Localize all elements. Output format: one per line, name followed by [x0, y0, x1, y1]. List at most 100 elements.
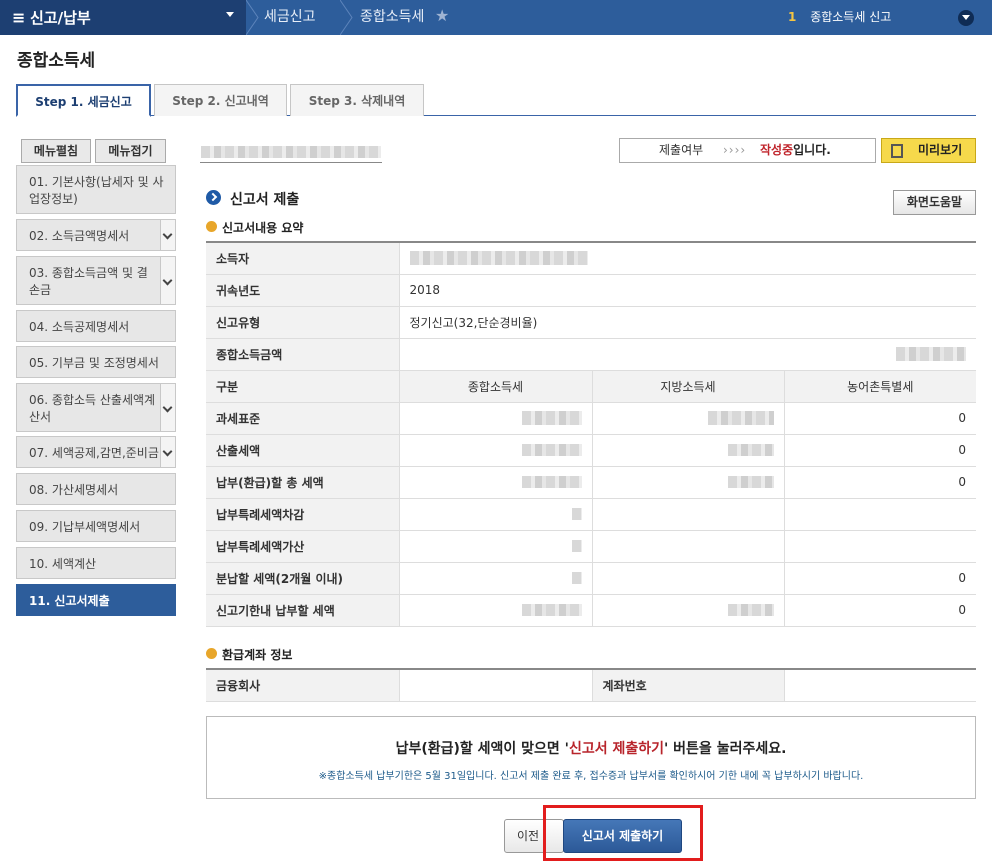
screen-help-button[interactable]: 화면도움말: [893, 190, 976, 215]
table-row: 신고기한내 납부할 세액 0: [206, 594, 977, 627]
rural-tax-cell: 0: [784, 402, 977, 435]
sidebar-item-10[interactable]: 10. 세액계산: [16, 547, 176, 579]
table-row: 신고유형 정기신고(32,단순경비율): [206, 306, 977, 339]
local-tax-cell: [592, 594, 785, 627]
sidebar-item-label: 02. 소득금액명세서: [29, 228, 130, 243]
table-row: 산출세액 0: [206, 434, 977, 467]
refund-table: 금융회사 계좌번호: [206, 668, 976, 702]
chevron-down-icon[interactable]: [160, 220, 175, 250]
table-header-row: 구분 종합소득세 지방소득세 농어촌특별세: [206, 370, 977, 403]
page-title: 종합소득세: [17, 51, 96, 71]
breadcrumb-item-income-tax[interactable]: 종합소득세: [360, 0, 424, 35]
year-label: 귀속년도: [206, 274, 400, 307]
rural-tax-cell: 0: [784, 562, 977, 595]
section-title: 신고서 제출: [206, 189, 299, 209]
local-tax-cell: [592, 562, 785, 595]
redacted-amount: [521, 411, 582, 425]
redacted-amount: [707, 411, 774, 425]
sidebar-item-07[interactable]: 07. 세액공제,감면,준비금: [16, 436, 176, 468]
table-row: 납부특례세액가산: [206, 530, 977, 563]
main-menu-button[interactable]: ≡ 신고/납부: [0, 0, 246, 35]
redacted-name: [409, 251, 588, 266]
col-header-local-tax: 지방소득세: [592, 370, 785, 403]
local-tax-cell: [592, 466, 785, 499]
table-row: 납부(환급)할 총 세액 0: [206, 466, 977, 499]
sidebar-item-02[interactable]: 02. 소득금액명세서: [16, 219, 176, 251]
main-menu-label: 신고/납부: [30, 9, 91, 27]
taxpayer-label: 소득자: [206, 241, 400, 275]
year-value: 2018: [399, 274, 977, 307]
breadcrumb-item-tax-report[interactable]: 세금신고: [264, 0, 316, 35]
preview-button[interactable]: 미리보기: [881, 138, 976, 163]
redacted-amount: [727, 604, 774, 616]
table-row: 납부특례세액차감: [206, 498, 977, 531]
highlight-frame: [543, 805, 703, 861]
submission-status-box: 제출여부 ›››› 작성중입니다.: [619, 138, 876, 163]
breadcrumb-separator-icon: [246, 0, 259, 35]
row-label: 산출세액: [206, 434, 400, 467]
row-label: 과세표준: [206, 402, 400, 435]
rural-tax-cell: [784, 530, 977, 563]
sidebar-item-11[interactable]: 11. 신고서제출: [16, 584, 176, 616]
redacted-amount: [521, 604, 582, 616]
bank-label: 금융회사: [206, 668, 400, 702]
tab-step-1[interactable]: Step 1. 세금신고: [16, 84, 151, 117]
sidebar-item-label: 04. 소득공제명세서: [29, 319, 130, 334]
redacted-amount: [571, 508, 582, 520]
sidebar-item-label: 08. 가산세명세서: [29, 482, 119, 497]
favorite-star-icon[interactable]: ★: [435, 6, 449, 25]
sidebar-item-01[interactable]: 01. 기본사항(납세자 및 사업장정보): [16, 165, 176, 214]
breadcrumb-separator-icon: [340, 0, 353, 35]
sidebar-item-03[interactable]: 03. 종합소득금액 및 결손금: [16, 256, 176, 305]
status-value-highlight: 작성중: [760, 143, 794, 157]
table-row: 귀속년도 2018: [206, 274, 977, 307]
income-tax-cell: [399, 466, 593, 499]
rural-tax-cell: 0: [784, 434, 977, 467]
summary-table: 소득자 귀속년도 2018 신고유형 정기신고(32,단순경비율) 종합소득금액…: [206, 241, 977, 627]
refund-subtitle: 환급계좌 정보: [206, 646, 292, 663]
notice-msg-highlight: 신고서 제출하기: [568, 741, 665, 757]
header-underline: [200, 162, 382, 163]
income-tax-cell: [399, 530, 593, 563]
row-label: 납부(환급)할 총 세액: [206, 466, 400, 499]
document-icon: [891, 144, 903, 158]
chevron-down-icon[interactable]: [160, 257, 175, 304]
submit-notice-message: 납부(환급)할 세액이 맞으면 '신고서 제출하기' 버튼을 눌러주세요.: [207, 738, 975, 758]
notice-number: 1: [788, 10, 797, 24]
col-header-rural-tax: 농어촌특별세: [784, 370, 977, 403]
table-row: 종합소득금액: [206, 338, 977, 371]
sidebar-item-label: 07. 세액공제,감면,준비금: [29, 445, 159, 460]
redacted-amount: [521, 444, 582, 456]
chevron-down-icon[interactable]: [160, 437, 175, 467]
summary-subtitle-text: 신고서내용 요약: [222, 221, 304, 235]
top-navigation-bar: ≡ 신고/납부 세금신고 종합소득세 ★ 1 종합소득세 신고: [0, 0, 992, 35]
col-header-income-tax: 종합소득세: [399, 370, 593, 403]
refund-subtitle-text: 환급계좌 정보: [222, 648, 293, 662]
sidebar-item-09[interactable]: 09. 기납부세액명세서: [16, 510, 176, 542]
tab-step-2[interactable]: Step 2. 신고내역: [154, 84, 287, 116]
sidebar-item-05[interactable]: 05. 기부금 및 조정명세서: [16, 346, 176, 378]
income-tax-cell: [399, 434, 593, 467]
local-tax-cell: [592, 434, 785, 467]
dropdown-circle-icon[interactable]: [958, 10, 974, 26]
total-income-value: [399, 338, 977, 371]
chevron-down-icon[interactable]: [160, 384, 175, 431]
total-income-label: 종합소득금액: [206, 338, 400, 371]
local-tax-cell: [592, 530, 785, 563]
redacted-amount: [521, 476, 582, 488]
account-label: 계좌번호: [592, 668, 785, 702]
sidebar-item-06[interactable]: 06. 종합소득 산출세액계산서: [16, 383, 176, 432]
table-row: 소득자: [206, 241, 977, 275]
redacted-amount: [571, 572, 582, 584]
sidebar-item-label: 05. 기부금 및 조정명세서: [29, 355, 159, 370]
step-tabs: Step 1. 세금신고 Step 2. 신고내역 Step 3. 삭제내역: [16, 84, 976, 117]
tab-step-3[interactable]: Step 3. 삭제내역: [290, 84, 424, 116]
menu-expand-button[interactable]: 메뉴펼침: [21, 139, 91, 163]
bullet-icon: [206, 221, 217, 232]
notice-msg-after: ' 버튼을 눌러주세요.: [664, 741, 787, 757]
top-notice[interactable]: 1 종합소득세 신고: [788, 0, 891, 35]
sidebar-item-label: 01. 기본사항(납세자 및 사업장정보): [29, 174, 164, 206]
sidebar-item-04[interactable]: 04. 소득공제명세서: [16, 310, 176, 342]
sidebar-item-08[interactable]: 08. 가산세명세서: [16, 473, 176, 505]
menu-collapse-button[interactable]: 메뉴접기: [95, 139, 166, 163]
